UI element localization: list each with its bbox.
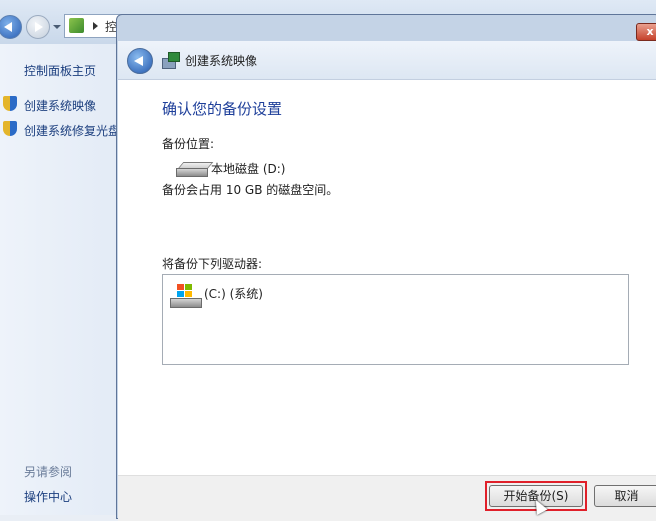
forward-arrow-icon[interactable] (26, 15, 50, 39)
see-also-heading: 另请参阅 (24, 465, 73, 479)
sidebar-home-link[interactable]: 控制面板主页 (24, 62, 96, 79)
drives-list[interactable]: (C:) (系统) (162, 274, 629, 365)
windows-drive-icon (168, 284, 202, 308)
backup-location-label: 备份位置: (162, 137, 215, 151)
back-arrow-icon[interactable] (0, 15, 22, 39)
sidebar-item-repair-disc[interactable]: 创建系统修复光盘 (24, 122, 120, 139)
close-button[interactable]: x (636, 23, 656, 41)
uac-shield-icon (3, 121, 17, 136)
create-system-image-dialog: x 创建系统映像 确认您的备份设置 备份位置: 本地磁盘 (D:) 备份会占用 … (116, 14, 656, 521)
dialog-header: 创建系统映像 (118, 41, 656, 80)
sidebar-item-action-center[interactable]: 操作中心 (24, 488, 72, 505)
sidebar-item-create-image[interactable]: 创建系统映像 (24, 97, 96, 114)
uac-shield-icon (3, 96, 17, 111)
sidebar: 控制面板主页 创建系统映像 创建系统修复光盘 另请参阅 操作中心 (0, 44, 120, 515)
dialog-footer: 开始备份(S) 取消 (118, 475, 656, 521)
dialog-content: 确认您的备份设置 备份位置: 本地磁盘 (D:) 备份会占用 10 GB 的磁盘… (118, 80, 656, 475)
dialog-back-arrow-icon[interactable] (127, 48, 153, 74)
backup-location-value: 本地磁盘 (D:) (211, 162, 286, 176)
control-panel-icon (69, 18, 84, 33)
backup-icon (162, 52, 180, 69)
list-item: (C:) (系统) (204, 287, 263, 301)
space-note: 备份会占用 10 GB 的磁盘空间。 (162, 183, 339, 197)
page-heading: 确认您的备份设置 (162, 100, 283, 118)
hard-disk-icon (176, 162, 214, 177)
dialog-title: 创建系统映像 (185, 54, 258, 68)
history-dropdown-icon[interactable] (53, 25, 61, 29)
cancel-button[interactable]: 取消 (594, 485, 656, 507)
breadcrumb-chevron-icon[interactable] (93, 22, 98, 30)
drives-label: 将备份下列驱动器: (162, 257, 263, 271)
